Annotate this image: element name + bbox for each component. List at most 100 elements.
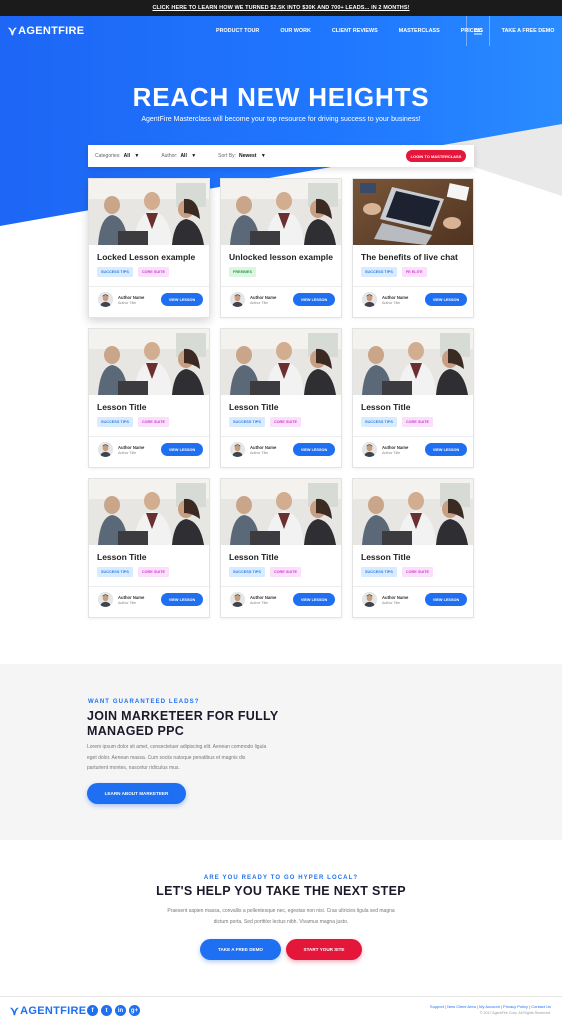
footer-logo[interactable]: ⋎ AGENTFIRE — [10, 1004, 86, 1018]
view-lesson-button[interactable]: VIEW LESSON — [161, 443, 203, 456]
category-tag[interactable]: SUCCESS TIPS — [97, 567, 133, 577]
social-links: f t in g+ — [87, 1005, 143, 1016]
lesson-title[interactable]: Locked Lesson example — [97, 252, 205, 262]
author-avatar — [362, 442, 377, 457]
linkedin-icon[interactable]: in — [115, 1005, 126, 1016]
lesson-card[interactable]: Lesson Title SUCCESS TIPS CORE SUITE Author… — [88, 478, 210, 618]
start-your-site-button[interactable]: START YOUR SITE — [286, 939, 362, 960]
category-tag[interactable]: CORE SUITE — [269, 417, 302, 427]
login-masterclass-button[interactable]: LOGIN TO MASTERCLASS — [406, 150, 466, 162]
hero-title: REACH NEW HEIGHTS — [132, 82, 430, 112]
card-divider — [89, 586, 209, 587]
nav-free-demo-button[interactable]: TAKE A FREE DEMO — [494, 16, 562, 46]
view-lesson-button[interactable]: VIEW LESSON — [293, 443, 335, 456]
view-lesson-button[interactable]: VIEW LESSON — [425, 293, 467, 306]
category-tag[interactable]: SUCCESS TIPS — [361, 567, 397, 577]
lesson-tags: FREEBIES — [229, 267, 261, 277]
card-divider — [221, 286, 341, 287]
lesson-thumbnail[interactable] — [221, 329, 341, 395]
author-title: Author Title — [118, 601, 137, 605]
view-lesson-button[interactable]: VIEW LESSON — [293, 593, 335, 606]
lesson-tags: SUCCESS TIPS CORE SUITE — [229, 567, 306, 577]
card-divider — [353, 586, 473, 587]
lesson-card[interactable]: Lesson Title SUCCESS TIPS CORE SUITE Author… — [352, 328, 474, 468]
view-lesson-button[interactable]: VIEW LESSON — [293, 293, 335, 306]
view-lesson-button[interactable]: VIEW LESSON — [425, 443, 467, 456]
lesson-thumbnail[interactable] — [89, 479, 209, 545]
lesson-title[interactable]: The benefits of live chat — [361, 252, 469, 262]
nav-client-reviews[interactable]: CLIENT REVIEWS — [332, 28, 378, 34]
next-step-section: ARE YOU READY TO GO HYPER LOCAL? LET'S H… — [0, 840, 562, 996]
lesson-card[interactable]: The benefits of live chat SUCCESS TIPS FE … — [352, 178, 474, 318]
nav-product-tour[interactable]: PRODUCT TOUR — [216, 28, 259, 34]
promo-banner-link[interactable]: CLICK HERE TO LEARN HOW WE TURNED $2.5K … — [0, 0, 562, 16]
author-filter[interactable]: Author: All ▼ — [161, 153, 196, 159]
category-tag[interactable]: SUCCESS TIPS — [361, 267, 397, 277]
chevron-down-icon: ▼ — [259, 153, 266, 159]
footer-nav-links[interactable]: Support | New Client Area | My Account |… — [430, 1004, 551, 1009]
nav-masterclass[interactable]: MASTERCLASS — [399, 28, 440, 34]
author-name: Author Name — [118, 445, 145, 450]
marketeer-section: WANT GUARANTEED LEADS? JOIN MARKETEER FO… — [0, 664, 562, 840]
view-lesson-button[interactable]: VIEW LESSON — [425, 593, 467, 606]
lesson-thumbnail[interactable] — [353, 179, 473, 245]
author-title: Author Title — [118, 301, 137, 305]
author-title: Author Title — [382, 301, 401, 305]
category-tag[interactable]: CORE SUITE — [137, 267, 170, 277]
learn-marketeer-button[interactable]: LEARN ABOUT MARKETEER — [87, 783, 186, 804]
lesson-card[interactable]: Lesson Title SUCCESS TIPS CORE SUITE Author… — [88, 328, 210, 468]
sort-filter[interactable]: Sort By: Newest ▼ — [218, 153, 266, 159]
hamburger-menu-icon[interactable] — [466, 16, 490, 46]
lesson-tags: SUCCESS TIPS CORE SUITE — [361, 567, 438, 577]
category-tag[interactable]: CORE SUITE — [401, 417, 434, 427]
category-tag[interactable]: CORE SUITE — [401, 567, 434, 577]
category-tag[interactable]: FREEBIES — [229, 267, 256, 277]
category-tag[interactable]: CORE SUITE — [137, 417, 170, 427]
author-name: Author Name — [250, 595, 277, 600]
googleplus-icon[interactable]: g+ — [129, 1005, 140, 1016]
view-lesson-button[interactable]: VIEW LESSON — [161, 593, 203, 606]
category-tag[interactable]: SUCCESS TIPS — [97, 417, 133, 427]
take-free-demo-button[interactable]: TAKE A FREE DEMO — [200, 939, 281, 960]
agentfire-logo[interactable]: ⋎ AGENTFIRE — [8, 24, 84, 38]
hero-subtitle: AgentFire Masterclass will become your t… — [141, 116, 421, 123]
card-divider — [89, 286, 209, 287]
lesson-thumbnail[interactable] — [353, 329, 473, 395]
lesson-title[interactable]: Lesson Title — [97, 402, 205, 412]
lesson-title[interactable]: Unlocked lesson example — [229, 252, 337, 262]
lesson-title[interactable]: Lesson Title — [229, 552, 337, 562]
lesson-title[interactable]: Lesson Title — [229, 402, 337, 412]
category-tag[interactable]: CORE SUITE — [137, 567, 170, 577]
author-title: Author Title — [118, 451, 137, 455]
author-title: Author Title — [382, 601, 401, 605]
facebook-icon[interactable]: f — [87, 1005, 98, 1016]
lesson-card[interactable]: Unlocked lesson example FREEBIES Author Na… — [220, 178, 342, 318]
nav-our-work[interactable]: OUR WORK — [280, 28, 311, 34]
lesson-title[interactable]: Lesson Title — [361, 402, 469, 412]
card-divider — [221, 586, 341, 587]
lesson-thumbnail[interactable] — [221, 179, 341, 245]
lesson-thumbnail[interactable] — [353, 479, 473, 545]
lesson-card[interactable]: Lesson Title SUCCESS TIPS CORE SUITE Author… — [352, 478, 474, 618]
category-tag[interactable]: SUCCESS TIPS — [229, 417, 265, 427]
author-title: Author Title — [250, 601, 269, 605]
footer-logo-text: AGENTFIRE — [20, 1005, 87, 1017]
categories-filter[interactable]: Categories: All ▼ — [95, 153, 139, 159]
twitter-icon[interactable]: t — [101, 1005, 112, 1016]
lesson-card[interactable]: Locked Lesson example SUCCESS TIPS CORE SU… — [88, 178, 210, 318]
lesson-thumbnail[interactable] — [89, 329, 209, 395]
lesson-thumbnail[interactable] — [221, 479, 341, 545]
lesson-title[interactable]: Lesson Title — [97, 552, 205, 562]
category-tag[interactable]: CORE SUITE — [269, 567, 302, 577]
category-tag[interactable]: SUCCESS TIPS — [229, 567, 265, 577]
category-tag[interactable]: FE ELITE — [401, 267, 427, 277]
category-tag[interactable]: SUCCESS TIPS — [97, 267, 133, 277]
card-divider — [89, 436, 209, 437]
lesson-title[interactable]: Lesson Title — [361, 552, 469, 562]
lesson-card[interactable]: Lesson Title SUCCESS TIPS CORE SUITE Author… — [220, 478, 342, 618]
view-lesson-button[interactable]: VIEW LESSON — [161, 293, 203, 306]
lesson-card[interactable]: Lesson Title SUCCESS TIPS CORE SUITE Author… — [220, 328, 342, 468]
lesson-tags: SUCCESS TIPS CORE SUITE — [229, 417, 306, 427]
lesson-thumbnail[interactable] — [89, 179, 209, 245]
category-tag[interactable]: SUCCESS TIPS — [361, 417, 397, 427]
